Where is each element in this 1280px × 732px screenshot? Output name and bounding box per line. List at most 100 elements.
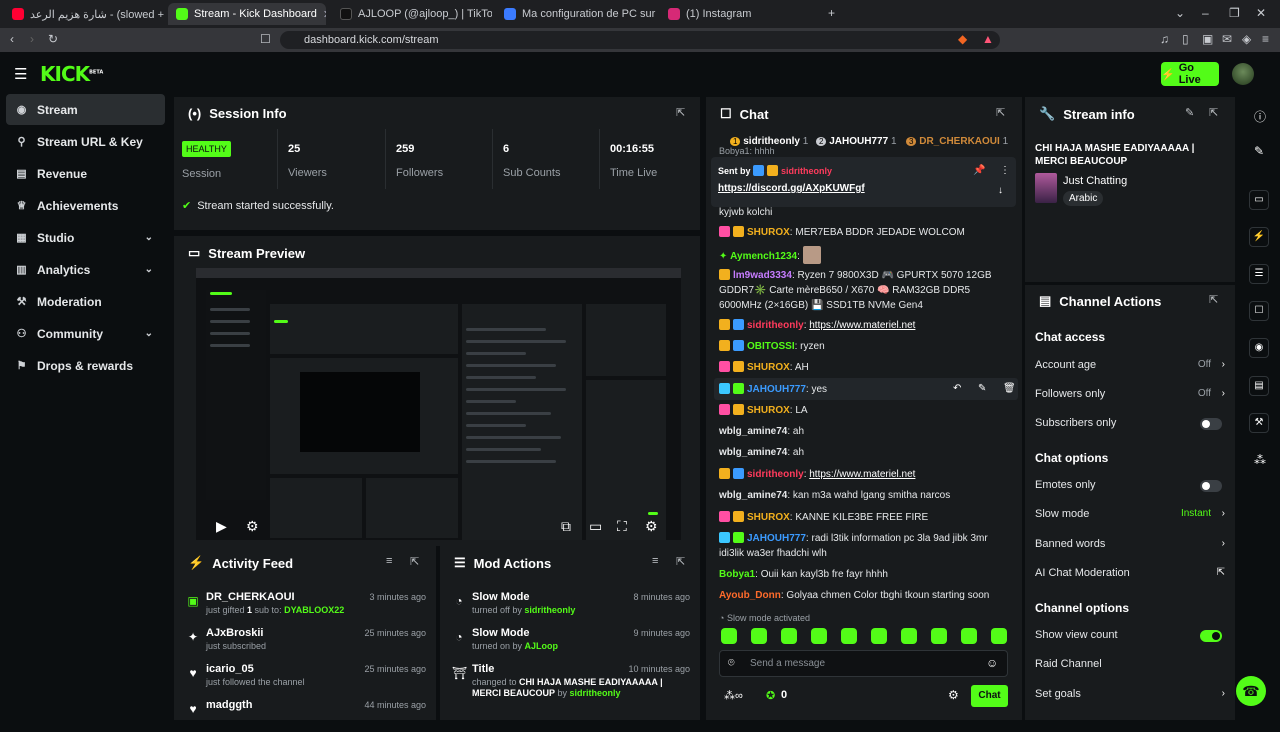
top-gifter-3[interactable]: 3 DR_CHERKAOUI 1	[906, 136, 1008, 147]
url-field[interactable]: dashboard.kick.com/stream	[280, 31, 1000, 49]
popout-icon[interactable]: ⇱	[996, 106, 1005, 119]
top-gifter-2[interactable]: 2 JAHOUH777 1	[816, 136, 897, 147]
followers-only-row[interactable]: Followers only Off ›	[1035, 388, 1225, 400]
mod-action-by[interactable]: sidritheonly	[524, 605, 575, 615]
back-icon[interactable]: ‹	[10, 32, 14, 46]
pin-icon[interactable]: 📌	[973, 165, 985, 176]
emote-button[interactable]	[871, 628, 887, 644]
pin-icon[interactable]: ✎	[978, 383, 986, 394]
chat-user[interactable]: SHUROX	[747, 512, 790, 523]
chat-user[interactable]: wblg_amine74	[719, 426, 787, 437]
emotes-only-toggle[interactable]	[1200, 480, 1222, 492]
popout-icon[interactable]: ⇱	[1209, 106, 1218, 119]
gift-target[interactable]: DYABLOOX22	[284, 605, 344, 615]
media-icon[interactable]: ♫	[1160, 32, 1169, 46]
pinned-user[interactable]: sidritheonly	[781, 166, 832, 176]
show-view-count-toggle[interactable]	[1200, 630, 1222, 642]
activity-user[interactable]: AJxBroskii	[206, 627, 263, 639]
rewards-icon[interactable]: ▲	[982, 32, 994, 46]
chat-input[interactable]: ⌾ Send a message ☺	[719, 650, 1008, 677]
browser-tab-pc-config[interactable]: Ma configuration de PC sur mesure a	[496, 3, 656, 25]
sidebar-item-achievements[interactable]: ♕ Achievements	[6, 190, 165, 221]
play-icon[interactable]: ▶	[216, 518, 227, 535]
subscribers-only-toggle[interactable]	[1200, 418, 1222, 430]
emote-button[interactable]	[751, 628, 767, 644]
list-icon[interactable]: ☰	[1249, 264, 1269, 284]
broadcast-icon[interactable]: ◉	[1249, 338, 1269, 358]
forward-icon[interactable]: ›	[30, 32, 34, 46]
chat-link[interactable]: https://www.materiel.net	[809, 320, 915, 331]
sidebar-item-revenue[interactable]: ▤ Revenue	[6, 158, 165, 189]
hamburger-icon[interactable]: ☰	[14, 65, 27, 83]
banned-words-row[interactable]: Banned words ›	[1035, 538, 1225, 550]
emote-button[interactable]	[781, 628, 797, 644]
menu-icon[interactable]: ≡	[1262, 32, 1269, 46]
pip-icon[interactable]: ⧉	[561, 518, 571, 535]
raid-channel-row[interactable]: Raid Channel	[1035, 658, 1225, 670]
popout-icon[interactable]: ⇱	[676, 555, 685, 568]
sidebar-item-analytics[interactable]: ▥ Analytics ⌄	[6, 254, 165, 285]
sidebar-item-stream[interactable]: ◉ Stream	[6, 94, 165, 125]
chat-user[interactable]: Aymench1234	[730, 251, 797, 262]
chat-user[interactable]: SHUROX	[747, 362, 790, 373]
theater-icon[interactable]: ▭	[589, 518, 602, 535]
extensions-icon[interactable]: ✉	[1222, 32, 1232, 46]
ai-chat-moderation-row[interactable]: AI Chat Moderation ⇱	[1035, 567, 1225, 579]
sidebar-item-community[interactable]: ⚇ Community ⌄	[6, 318, 165, 349]
reply-icon[interactable]: ↶	[953, 383, 961, 394]
stream-preview-video[interactable]: ▶ ⚙ ⧉ ▭ ⛶ ⚙	[196, 268, 681, 540]
edit-icon[interactable]: ✎	[1185, 106, 1194, 119]
emote-button[interactable]	[931, 628, 947, 644]
go-live-button[interactable]: ⚡ Go Live	[1161, 62, 1219, 86]
chat-icon[interactable]: ☐	[1249, 301, 1269, 321]
brave-shield-icon[interactable]: ◆	[958, 32, 967, 46]
chat-user[interactable]: lm9wad3334	[733, 270, 792, 281]
sidebar-item-studio[interactable]: ▦ Studio ⌄	[6, 222, 165, 253]
avatar[interactable]	[1232, 63, 1254, 85]
emote-button[interactable]	[811, 628, 827, 644]
chat-link[interactable]: https://www.materiel.net	[809, 469, 915, 480]
fullscreen-icon[interactable]: ⛶	[617, 518, 627, 535]
category-name[interactable]: Just Chatting	[1063, 175, 1127, 187]
share-icon[interactable]: ⁂	[1254, 453, 1266, 467]
bookmark-icon[interactable]: ☐	[260, 32, 271, 46]
chat-user[interactable]: SHUROX	[747, 227, 790, 238]
reload-icon[interactable]: ↻	[48, 32, 58, 46]
more-icon[interactable]: ⋮	[1000, 165, 1010, 176]
new-tab-icon[interactable]: +	[828, 6, 835, 20]
chat-user[interactable]: Ayoub_Donn	[719, 590, 781, 601]
share-icon[interactable]: ⁂∞	[724, 689, 743, 702]
popout-icon[interactable]: ⇱	[1209, 293, 1218, 306]
set-goals-row[interactable]: Set goals ›	[1035, 688, 1225, 700]
maximize-icon[interactable]: ❐	[1229, 6, 1240, 20]
chat-user[interactable]: wblg_amine74	[719, 490, 787, 501]
browser-tab-kick[interactable]: Stream - Kick Dashboard ✕	[168, 3, 326, 25]
sidebar-toggle-icon[interactable]: ▯	[1182, 32, 1189, 46]
help-button[interactable]: ☎	[1236, 676, 1266, 706]
activity-user[interactable]: madggth	[206, 699, 252, 711]
tab-list-icon[interactable]: ⌄	[1175, 6, 1185, 20]
mod-action-by[interactable]: AJLoop	[525, 641, 559, 651]
slow-mode-row[interactable]: Slow mode Instant ›	[1035, 508, 1225, 520]
info-icon[interactable]: ⓘ	[1254, 108, 1266, 125]
chat-send-button[interactable]: Chat	[971, 685, 1008, 707]
chat-user[interactable]: OBITOSSI	[747, 341, 795, 352]
chat-user[interactable]: Bobya1	[719, 569, 755, 580]
browser-tab-tiktok[interactable]: AJLOOP (@ajloop_) | TikTok	[332, 3, 492, 25]
activity-user[interactable]: DR_CHERKAOUI	[206, 591, 295, 603]
chat-user[interactable]: JAHOUH777	[747, 533, 806, 544]
gear-icon[interactable]: ⚙	[645, 518, 658, 535]
emote-button[interactable]	[901, 628, 917, 644]
settings-icon[interactable]: ⚙	[246, 518, 259, 535]
browser-tab-instagram[interactable]: (1) Instagram	[660, 3, 820, 25]
sidebar-item-moderation[interactable]: ⚒ Moderation	[6, 286, 165, 317]
wallet-icon[interactable]: ▣	[1202, 32, 1213, 46]
emote-button[interactable]	[721, 628, 737, 644]
chat-user[interactable]: SHUROX	[747, 405, 790, 416]
collapse-icon[interactable]: ↓	[998, 185, 1003, 196]
bolt-icon[interactable]: ⚡	[1249, 227, 1269, 247]
emote-button[interactable]	[961, 628, 977, 644]
vpn-icon[interactable]: ◈	[1242, 32, 1251, 46]
edit-icon[interactable]: ✎	[1254, 144, 1264, 158]
sidebar-item-drops-rewards[interactable]: ⚑ Drops & rewards	[6, 350, 165, 381]
